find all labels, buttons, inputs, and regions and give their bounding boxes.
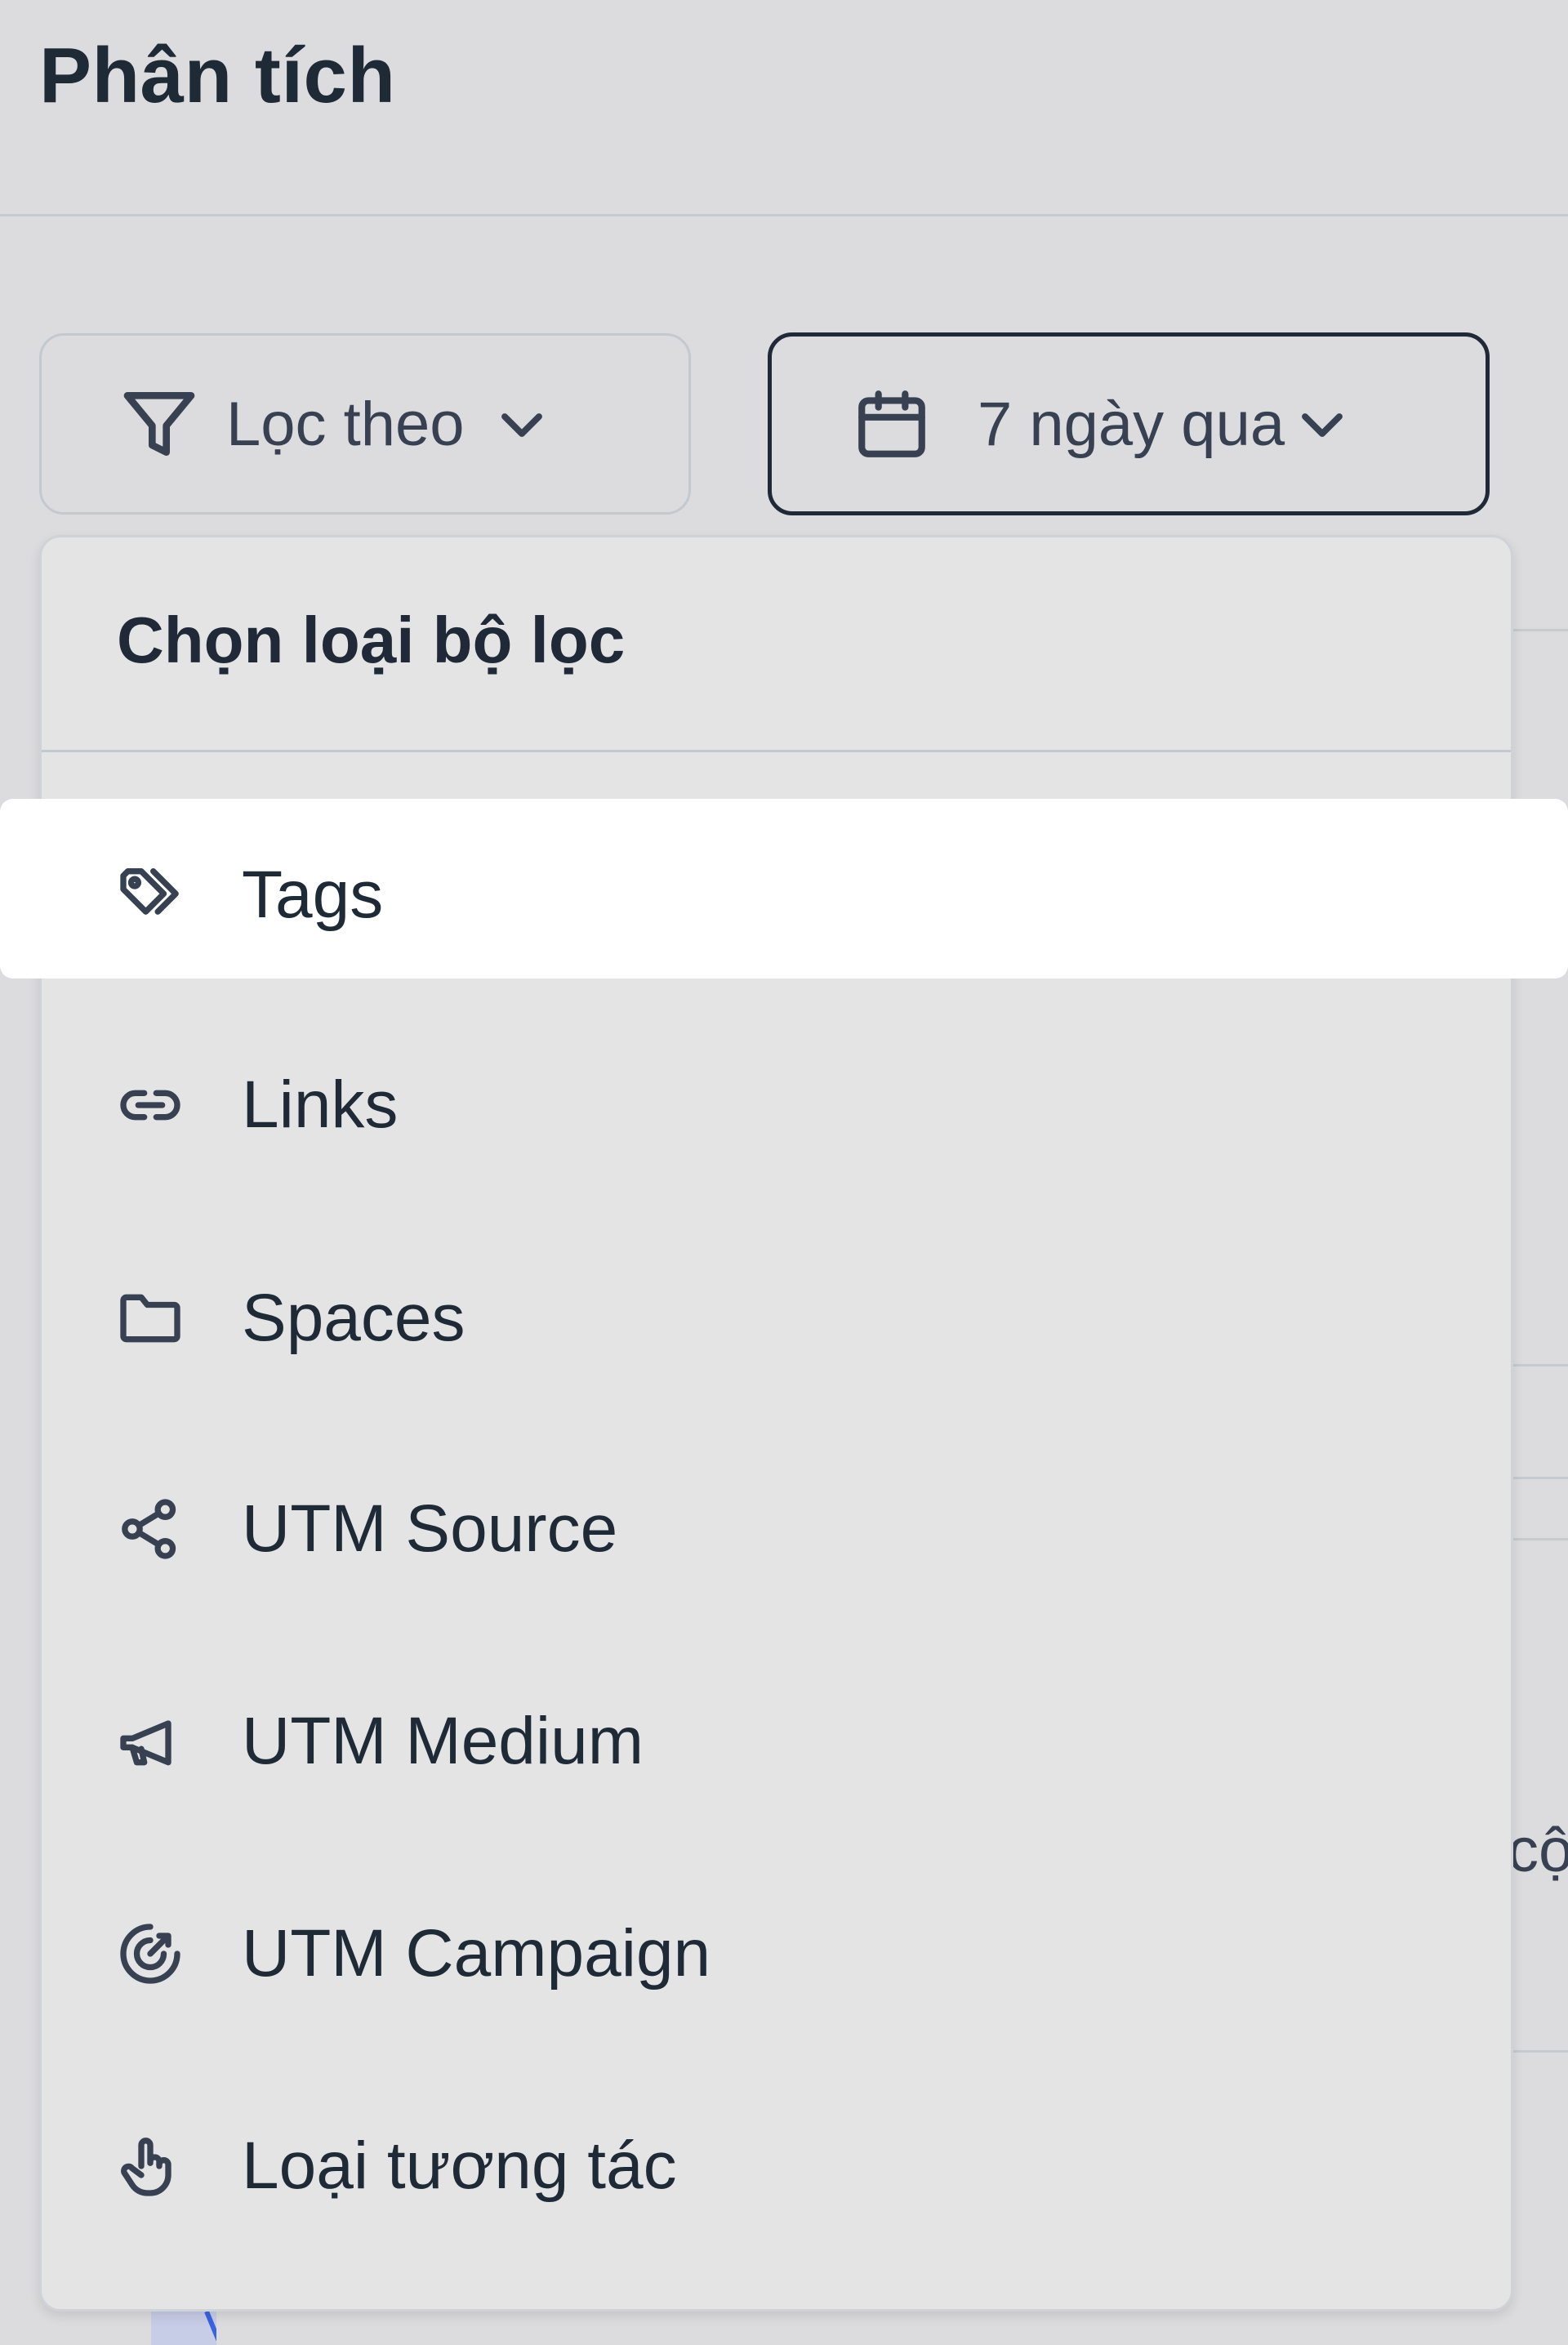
chevron-down-icon xyxy=(1293,395,1352,453)
date-range-label: 7 ngày qua xyxy=(978,389,1285,459)
background-chart-edge xyxy=(151,2312,216,2345)
page-title: Phân tích xyxy=(39,32,396,119)
pointer-hand-icon xyxy=(114,2130,186,2202)
menu-item-label: Tags xyxy=(242,858,384,932)
background-card-edge xyxy=(1511,629,1568,1540)
link-icon xyxy=(114,1069,186,1141)
date-range-button[interactable]: 7 ngày qua xyxy=(768,332,1490,515)
folder-icon xyxy=(114,1282,186,1354)
menu-item-label: Spaces xyxy=(242,1281,466,1355)
calendar-icon xyxy=(852,384,932,464)
menu-item-label: UTM Campaign xyxy=(242,1916,711,1991)
menu-item-tags[interactable]: Tags xyxy=(114,846,383,944)
menu-item-label: Links xyxy=(242,1068,399,1142)
menu-item-spaces[interactable]: Spaces xyxy=(114,1269,466,1367)
menu-item-utm-medium[interactable]: UTM Medium xyxy=(114,1692,644,1790)
target-icon xyxy=(114,1918,186,1990)
menu-item-label: UTM Source xyxy=(242,1491,618,1566)
menu-item-utm-campaign[interactable]: UTM Campaign xyxy=(114,1905,710,2003)
tag-icon xyxy=(114,859,186,931)
megaphone-icon xyxy=(114,1705,186,1777)
chevron-down-icon xyxy=(492,395,551,453)
filter-icon xyxy=(117,381,202,466)
dropdown-divider xyxy=(42,750,1511,752)
menu-item-utm-source[interactable]: UTM Source xyxy=(114,1480,617,1578)
page-header: Phân tích xyxy=(0,0,1568,216)
background-partial-text: cộ xyxy=(1508,1816,1568,1885)
menu-item-links[interactable]: Links xyxy=(114,1056,398,1154)
share-icon xyxy=(114,1493,186,1565)
filter-button[interactable]: Lọc theo xyxy=(39,333,691,515)
menu-item-label: Loại tương tác xyxy=(242,2129,677,2203)
dropdown-title: Chọn loại bộ lọc xyxy=(117,604,626,676)
menu-item-interaction-type[interactable]: Loại tương tác xyxy=(114,2117,677,2215)
menu-item-label: UTM Medium xyxy=(242,1704,644,1778)
filter-button-label: Lọc theo xyxy=(226,389,465,459)
